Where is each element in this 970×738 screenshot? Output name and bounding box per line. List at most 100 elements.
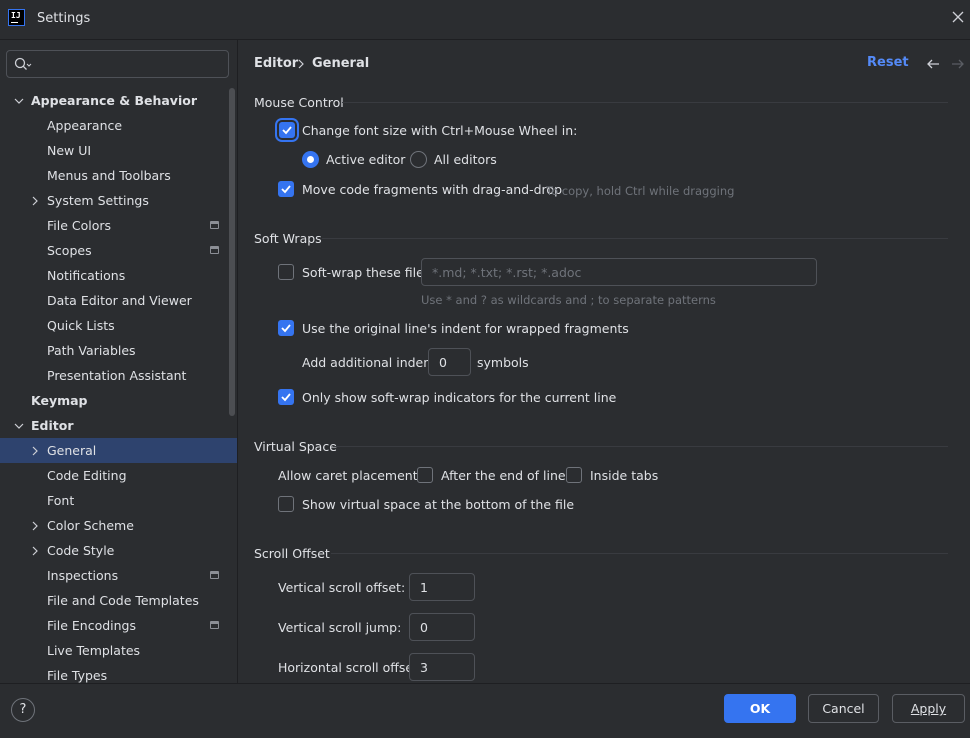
project-level-icon <box>210 571 219 579</box>
close-icon[interactable] <box>950 9 966 25</box>
sidebar-item-font[interactable]: Font <box>0 488 237 513</box>
soft-wrap-patterns-hint: Use * and ? as wildcards and ; to separa… <box>421 293 716 307</box>
sidebar-item-label: File Colors <box>47 218 112 233</box>
original-indent-label: Use the original line's indent for wrapp… <box>302 321 629 336</box>
horizontal-scroll-offset-input[interactable] <box>409 653 475 681</box>
intellij-app-icon: IJ <box>8 9 25 26</box>
after-end-of-line-label: After the end of line <box>441 468 566 483</box>
sidebar-item-menus-and-toolbars[interactable]: Menus and Toolbars <box>0 163 237 188</box>
horizontal-scroll-offset-label: Horizontal scroll offset: <box>278 660 423 675</box>
after-end-of-line-checkbox[interactable] <box>417 467 433 483</box>
sidebar-item-keymap[interactable]: Keymap <box>0 388 237 413</box>
chevron-down-icon[interactable] <box>14 421 24 431</box>
sidebar-item-color-scheme[interactable]: Color Scheme <box>0 513 237 538</box>
sidebar-item-appearance-behavior[interactable]: Appearance & Behavior <box>0 88 237 113</box>
settings-sidebar: Appearance & Behavior Appearance New UI Men… <box>0 40 237 683</box>
checkmark-icon <box>281 185 291 194</box>
soft-wrap-patterns-input[interactable] <box>421 258 817 286</box>
drag-drop-hint: To copy, hold Ctrl while dragging <box>546 184 735 198</box>
back-arrow-icon[interactable] <box>926 57 940 71</box>
breadcrumb-general: General <box>312 56 370 71</box>
sidebar-item-label: Scopes <box>47 243 92 258</box>
cancel-button[interactable]: Cancel <box>808 694 879 723</box>
inside-tabs-label: Inside tabs <box>590 468 659 483</box>
sidebar-item-presentation-assistant[interactable]: Presentation Assistant <box>0 363 237 388</box>
chevron-right-icon[interactable] <box>30 446 40 456</box>
section-separator <box>333 446 948 447</box>
sidebar-item-label: Path Variables <box>47 343 136 358</box>
breadcrumb-chevron-icon <box>298 59 304 69</box>
sidebar-item-live-templates[interactable]: Live Templates <box>0 638 237 663</box>
project-level-icon <box>210 221 219 229</box>
drag-drop-checkbox[interactable] <box>278 181 294 197</box>
sidebar-item-data-editor-and-viewer[interactable]: Data Editor and Viewer <box>0 288 237 313</box>
chevron-right-icon[interactable] <box>30 196 40 206</box>
all-editors-radio[interactable] <box>410 151 427 168</box>
vertical-scroll-offset-input[interactable] <box>409 573 475 601</box>
only-current-line-checkbox[interactable] <box>278 389 294 405</box>
sidebar-item-inspections[interactable]: Inspections <box>0 563 237 588</box>
apply-button[interactable]: Apply <box>892 694 965 723</box>
sidebar-item-code-editing[interactable]: Code Editing <box>0 463 237 488</box>
project-level-icon <box>210 621 219 629</box>
sidebar-item-label: New UI <box>47 143 92 158</box>
settings-search[interactable] <box>6 50 229 78</box>
ok-button[interactable]: OK <box>724 694 796 723</box>
sidebar-item-file-and-code-templates[interactable]: File and Code Templates <box>0 588 237 613</box>
sidebar-item-file-colors[interactable]: File Colors <box>0 213 237 238</box>
chevron-right-icon[interactable] <box>30 521 40 531</box>
settings-tree: Appearance & Behavior Appearance New UI Men… <box>0 88 237 683</box>
original-indent-checkbox[interactable] <box>278 320 294 336</box>
title-bar: IJ Settings <box>0 0 970 40</box>
soft-wrap-files-checkbox[interactable] <box>278 264 294 280</box>
sidebar-item-label: Appearance & Behavior <box>31 93 197 108</box>
sidebar-item-system-settings[interactable]: System Settings <box>0 188 237 213</box>
sidebar-item-scopes[interactable]: Scopes <box>0 238 237 263</box>
forward-arrow-icon[interactable] <box>951 57 965 71</box>
help-button[interactable]: ? <box>11 698 35 722</box>
active-editor-radio[interactable] <box>302 151 319 168</box>
section-title-scroll-offset: Scroll Offset <box>254 546 330 561</box>
section-title-soft-wraps: Soft Wraps <box>254 231 322 246</box>
drag-drop-label: Move code fragments with drag-and-drop <box>302 182 563 197</box>
sidebar-item-label: Appearance <box>47 118 123 133</box>
checkmark-icon <box>281 393 291 402</box>
sidebar-item-label: File Encodings <box>47 618 137 633</box>
inside-tabs-checkbox[interactable] <box>566 467 582 483</box>
sidebar-item-label: Live Templates <box>47 643 141 658</box>
show-virtual-space-checkbox[interactable] <box>278 496 294 512</box>
section-separator <box>322 238 948 239</box>
sidebar-item-label: Code Style <box>47 543 115 558</box>
chevron-down-icon[interactable] <box>14 96 24 106</box>
sidebar-item-general[interactable]: General <box>0 438 237 463</box>
sidebar-item-label: File Types <box>47 668 108 683</box>
additional-indent-input[interactable] <box>428 348 471 376</box>
settings-search-input[interactable] <box>35 54 220 74</box>
sidebar-item-appearance[interactable]: Appearance <box>0 113 237 138</box>
sidebar-scrollbar[interactable] <box>229 88 235 416</box>
section-title-virtual-space: Virtual Space <box>254 439 337 454</box>
sidebar-item-label: Data Editor and Viewer <box>47 293 192 308</box>
sidebar-item-file-encodings[interactable]: File Encodings <box>0 613 237 638</box>
reset-link[interactable]: Reset <box>867 55 909 70</box>
sidebar-item-file-types[interactable]: File Types <box>0 663 237 683</box>
sidebar-item-editor[interactable]: Editor <box>0 413 237 438</box>
sidebar-item-code-style[interactable]: Code Style <box>0 538 237 563</box>
vertical-scroll-jump-input[interactable] <box>409 613 475 641</box>
breadcrumb-editor[interactable]: Editor <box>254 56 298 71</box>
vertical-scroll-offset-label: Vertical scroll offset: <box>278 580 406 595</box>
sidebar-item-label: Presentation Assistant <box>47 368 187 383</box>
chevron-right-icon[interactable] <box>30 546 40 556</box>
sidebar-item-label: Menus and Toolbars <box>47 168 171 183</box>
sidebar-item-notifications[interactable]: Notifications <box>0 263 237 288</box>
sidebar-item-label: System Settings <box>47 193 149 208</box>
search-icon <box>14 57 32 70</box>
sidebar-item-path-variables[interactable]: Path Variables <box>0 338 237 363</box>
sidebar-item-label: Keymap <box>31 393 88 408</box>
sidebar-item-quick-lists[interactable]: Quick Lists <box>0 313 237 338</box>
change-font-size-checkbox[interactable] <box>279 122 295 138</box>
section-separator <box>342 102 948 103</box>
settings-content: Editor General Reset Mouse Control Chang… <box>238 40 970 683</box>
sidebar-item-label: Code Editing <box>47 468 127 483</box>
sidebar-item-new-ui[interactable]: New UI <box>0 138 237 163</box>
